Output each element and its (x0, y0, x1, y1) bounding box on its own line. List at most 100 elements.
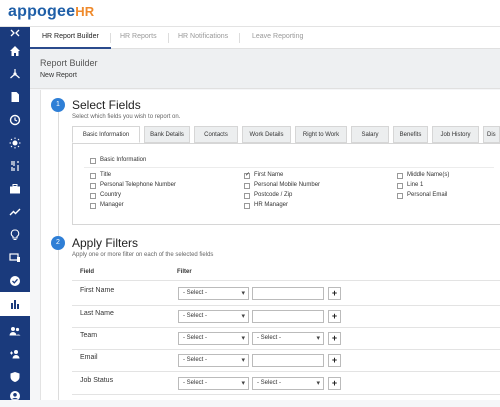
home-icon[interactable] (0, 39, 30, 62)
field-label: Personal Mobile Number (254, 182, 321, 188)
tab-leave-reporting[interactable]: Leave Reporting (240, 27, 315, 49)
tab-hr-reports[interactable]: HR Reports (108, 27, 169, 49)
filter-operator-select[interactable]: - Select - (178, 377, 249, 390)
check-circle-icon[interactable] (0, 269, 30, 292)
org-chart-icon[interactable] (0, 62, 30, 85)
filter-row-label: Last Name (80, 310, 114, 317)
field-checkbox-first-name[interactable] (244, 171, 250, 179)
trending-icon[interactable] (0, 200, 30, 223)
filter-operator-select[interactable]: - Select - (178, 354, 249, 367)
filter-row-label: Team (80, 332, 98, 339)
field-label: Line 1 (407, 182, 424, 188)
filter-operator-select[interactable]: - Select - (178, 332, 249, 345)
tab-work-details[interactable]: Work Details (242, 126, 291, 143)
account-icon[interactable] (0, 384, 30, 407)
field-category-tabs: Basic Information Bank Details Contacts … (72, 126, 500, 144)
page-header (30, 49, 500, 89)
field-checkbox-title[interactable] (90, 173, 96, 179)
field-label: HR Manager (254, 202, 289, 208)
step-2-badge: 2 (51, 236, 65, 250)
field-label: Personal Email (407, 192, 448, 198)
filter-row-label: Job Status (80, 377, 114, 384)
report-tabs: HR Report Builder HR Reports HR Notifica… (30, 27, 500, 49)
add-filter-button[interactable]: + (328, 287, 341, 300)
tab-disability[interactable]: Dis (483, 126, 500, 143)
reports-icon[interactable] (0, 292, 30, 316)
field-label: Manager (100, 202, 124, 208)
add-filter-button[interactable]: + (328, 332, 341, 345)
app-logo[interactable]: appogeeHR (8, 3, 94, 21)
sun-icon[interactable] (0, 131, 30, 154)
step-1-badge: 1 (51, 98, 65, 112)
logo-suffix: HR (75, 4, 95, 19)
field-checkbox-manager[interactable] (90, 203, 96, 209)
document-icon[interactable] (0, 85, 30, 108)
field-checkbox-personal-telephone[interactable] (90, 183, 96, 189)
field-label: Postcode / Zip (254, 192, 293, 198)
tab-job-history[interactable]: Job History (432, 126, 479, 143)
briefcase-icon[interactable] (0, 177, 30, 200)
field-label: First Name (254, 172, 284, 178)
field-checkbox-personal-mobile[interactable] (244, 183, 250, 189)
add-filter-button[interactable]: + (328, 310, 341, 323)
tab-benefits[interactable]: Benefits (393, 126, 428, 143)
tab-hr-notifications[interactable]: HR Notifications (166, 27, 241, 49)
add-filter-button[interactable]: + (328, 354, 341, 367)
select-fields-description: Select which fields you wish to report o… (72, 114, 181, 120)
apply-filters-description: Apply one or more filter on each of the … (72, 252, 214, 258)
people-icon[interactable] (0, 319, 30, 342)
field-checkbox-hr-manager[interactable] (244, 203, 250, 209)
field-checkbox-postcode[interactable] (244, 193, 250, 199)
field-checkbox-personal-email[interactable] (397, 193, 403, 199)
field-label: Title (100, 172, 112, 178)
field-label: Country (100, 192, 122, 198)
row-divider (72, 327, 500, 328)
tab-hr-report-builder[interactable]: HR Report Builder (30, 27, 111, 49)
field-checkbox-line-1[interactable] (397, 183, 403, 189)
filter-value-input[interactable] (252, 310, 324, 323)
tab-label: HR Notifications (178, 33, 229, 40)
row-divider (72, 394, 500, 395)
column-header-filter: Filter (177, 269, 192, 275)
filter-icon[interactable] (0, 154, 30, 177)
tab-salary[interactable]: Salary (351, 126, 389, 143)
filter-operator-select[interactable]: - Select - (178, 310, 249, 323)
filter-value-select[interactable]: - Select - (252, 377, 324, 390)
filter-value-input[interactable] (252, 287, 324, 300)
select-fields-title: Select Fields (72, 98, 141, 112)
page-title: New Report (40, 72, 77, 79)
field-label: Personal Telephone Number (100, 182, 176, 188)
clock-icon[interactable] (0, 108, 30, 131)
tab-label: HR Reports (120, 33, 157, 40)
tab-bank-details[interactable]: Bank Details (144, 126, 190, 143)
group-label: Basic Information (100, 157, 147, 163)
tab-basic-information[interactable]: Basic Information (72, 126, 140, 143)
filter-value-select[interactable]: - Select - (252, 332, 324, 345)
table-header-divider (72, 280, 500, 281)
row-divider (72, 371, 500, 372)
top-bar: appogeeHR (0, 0, 500, 27)
expand-icon[interactable] (0, 27, 30, 39)
lightbulb-icon[interactable] (0, 223, 30, 246)
filter-row-label: First Name (80, 287, 115, 294)
field-checkbox-middle-names[interactable] (397, 173, 403, 179)
row-divider (72, 349, 500, 350)
logo-text: appogee (8, 3, 76, 20)
group-divider (84, 167, 494, 168)
filter-operator-select[interactable]: - Select - (178, 287, 249, 300)
breadcrumb: Report Builder (40, 58, 98, 68)
column-header-field: Field (80, 269, 95, 275)
select-all-checkbox[interactable] (90, 158, 96, 164)
devices-icon[interactable] (0, 246, 30, 269)
tab-label: Leave Reporting (252, 33, 304, 40)
step-connector (58, 250, 59, 400)
add-person-icon[interactable] (0, 342, 30, 365)
apply-filters-title: Apply Filters (72, 236, 139, 250)
add-filter-button[interactable]: + (328, 377, 341, 390)
tab-right-to-work[interactable]: Right to Work (295, 126, 347, 143)
tab-contacts[interactable]: Contacts (194, 126, 238, 143)
field-checkbox-country[interactable] (90, 193, 96, 199)
filter-value-input[interactable] (252, 354, 324, 367)
row-divider (72, 305, 500, 306)
filter-row-label: Email (80, 354, 98, 361)
